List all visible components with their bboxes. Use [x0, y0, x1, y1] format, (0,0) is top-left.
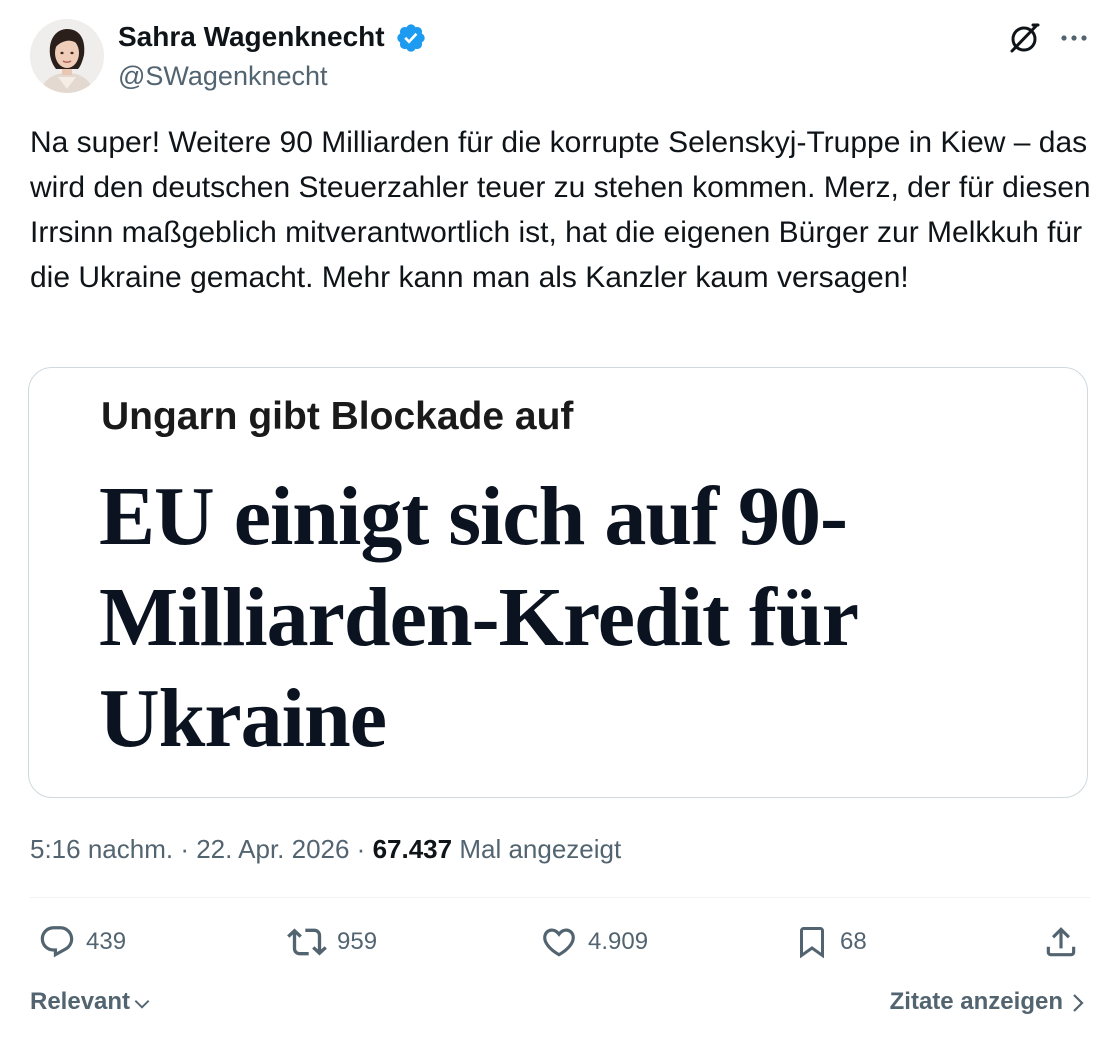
media-card[interactable]: Ungarn gibt Blockade auf EU einigt sich … [28, 367, 1088, 798]
like-count: 4.909 [588, 928, 649, 955]
chevron-right-icon [1073, 994, 1084, 1012]
bookmark-count: 68 [840, 928, 867, 955]
tweet-time[interactable]: 5:16 nachm. [30, 834, 173, 864]
repost-button[interactable]: 959 [287, 922, 377, 962]
views-count: 67.437 [372, 834, 453, 864]
sort-label: Relevant [30, 988, 131, 1015]
chevron-down-icon [134, 1000, 150, 1009]
tweet-date[interactable]: 22. Apr. 2026 [196, 834, 349, 864]
author-handle[interactable]: @SWagenknecht [118, 60, 328, 92]
tweet-meta: 5:16 nachm. · 22. Apr. 2026 · 67.437 Mal… [30, 830, 621, 868]
views-label: Mal angezeigt [459, 834, 622, 864]
more-icon[interactable] [1058, 24, 1090, 52]
view-quotes-link[interactable]: Zitate anzeigen [890, 983, 1085, 1021]
meta-separator: · [173, 834, 197, 864]
meta-separator: · [349, 834, 373, 864]
share-icon [1046, 927, 1076, 957]
like-icon [543, 928, 575, 957]
avatar[interactable] [30, 19, 104, 93]
bookmark-icon [800, 927, 824, 959]
tweet-text: Na super! Weitere 90 Milliarden für die … [30, 126, 1091, 294]
media-kicker: Ungarn gibt Blockade auf [101, 395, 574, 438]
repost-icon [287, 928, 327, 956]
bookmark-button[interactable]: 68 [794, 922, 867, 962]
author-display-name[interactable]: Sahra Wagenknecht [118, 20, 385, 54]
reply-count: 439 [86, 928, 127, 955]
reply-icon [40, 926, 74, 958]
verified-badge-icon [397, 24, 425, 52]
grok-icon[interactable] [1006, 20, 1042, 56]
share-button[interactable] [1042, 922, 1080, 962]
like-button[interactable]: 4.909 [540, 922, 648, 962]
media-headline: EU einigt sich auf 90-Milliarden-Kredit … [99, 470, 857, 765]
divider [30, 897, 1090, 898]
reply-button[interactable]: 439 [38, 922, 126, 962]
repost-count: 959 [337, 928, 378, 955]
sort-dropdown[interactable]: Relevant [30, 983, 152, 1021]
quotes-label: Zitate anzeigen [889, 988, 1063, 1015]
